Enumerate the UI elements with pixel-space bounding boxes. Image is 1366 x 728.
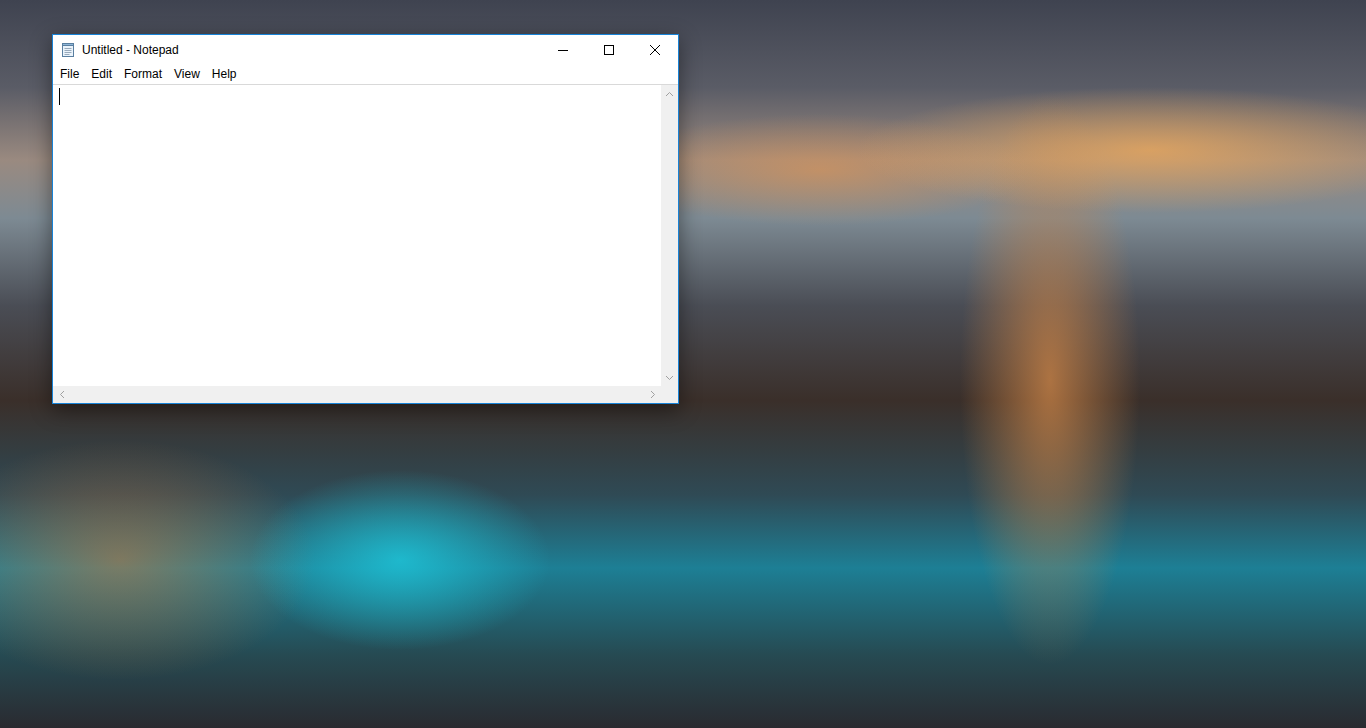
maximize-icon [604,45,614,55]
scroll-left-button[interactable] [53,386,70,403]
scrollbar-corner [661,386,678,403]
menu-bar: FileEditFormatViewHelp [53,64,678,84]
close-button[interactable] [632,35,678,64]
vertical-scrollbar[interactable] [661,85,678,386]
minimize-button[interactable] [540,35,586,64]
text-area[interactable] [53,85,661,386]
notepad-window[interactable]: Untitled - Notepad FileEditFormatViewHelp [52,34,679,404]
menu-item[interactable]: Format [118,65,168,84]
menu-item[interactable]: Edit [85,65,118,84]
up-arrow-icon [665,91,674,97]
scroll-right-button[interactable] [644,386,661,403]
scroll-down-button[interactable] [661,369,678,386]
close-icon [650,45,660,55]
menu-item[interactable]: Help [206,65,243,84]
down-arrow-icon [665,375,674,381]
notepad-icon [60,42,76,58]
maximize-button[interactable] [586,35,632,64]
title-bar[interactable]: Untitled - Notepad [53,35,678,64]
text-caret [59,88,60,105]
right-arrow-icon [650,390,656,399]
desktop: Untitled - Notepad FileEditFormatViewHelp [0,0,1366,728]
scroll-up-button[interactable] [661,85,678,102]
minimize-icon [558,45,568,55]
menu-item[interactable]: File [54,65,85,84]
window-controls [540,35,678,64]
window-title: Untitled - Notepad [82,43,540,57]
horizontal-scrollbar[interactable] [53,386,661,403]
left-arrow-icon [59,390,65,399]
editor-frame [53,84,678,403]
menu-item[interactable]: View [168,65,206,84]
